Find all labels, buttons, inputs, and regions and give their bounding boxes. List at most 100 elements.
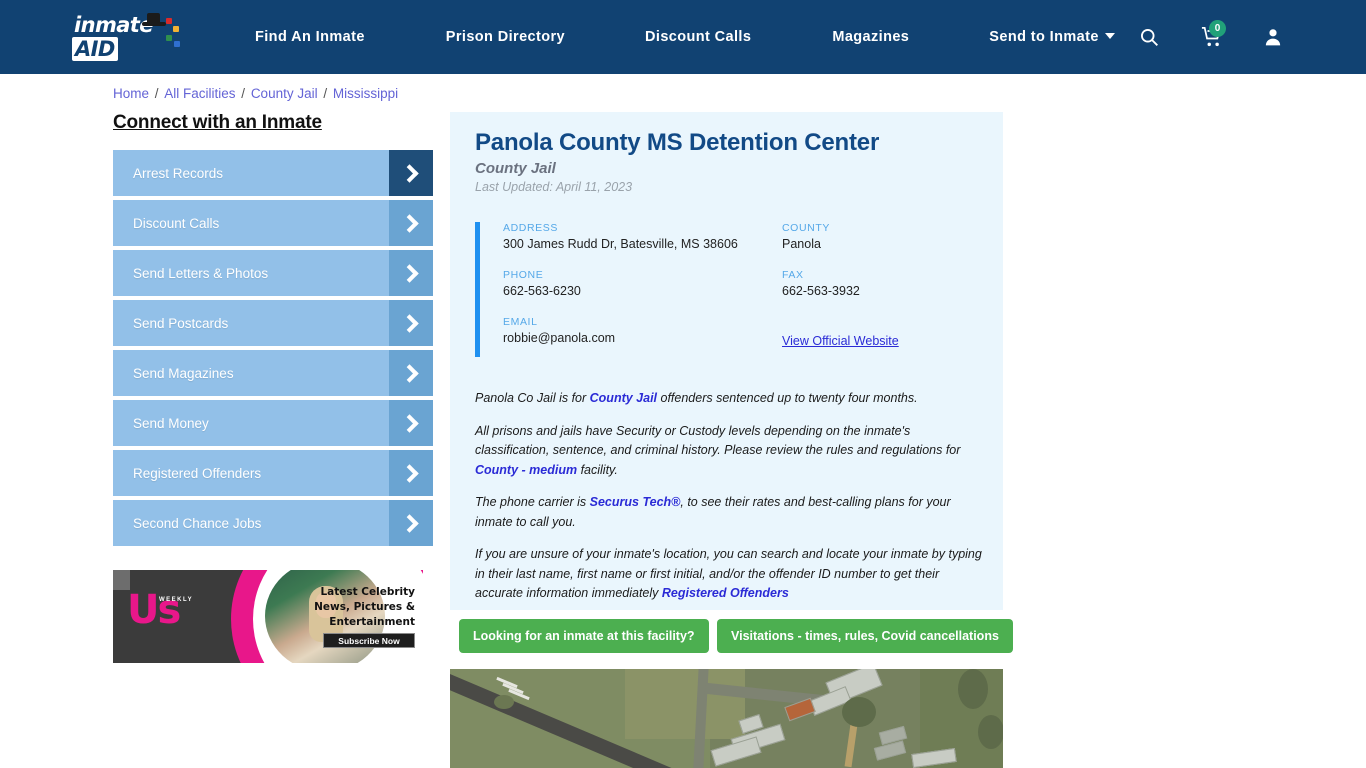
top-navigation-bar: inmateAID Find An Inmate Prison Director…	[0, 0, 1366, 74]
chevron-right-icon	[389, 150, 433, 196]
ad-logo-sublabel: WEEKLY	[159, 597, 194, 603]
last-updated-text: Last Updated: April 11, 2023	[475, 180, 633, 194]
inmate-search-button[interactable]: Looking for an inmate at this facility?	[459, 619, 709, 653]
address-label: ADDRESS	[503, 222, 558, 234]
breadcrumb-item-all-facilities[interactable]: All Facilities	[164, 86, 235, 101]
p3-text-a: The phone carrier is	[475, 495, 590, 509]
page-title: Panola County MS Detention Center	[475, 129, 880, 156]
sidebar-item-arrest-records[interactable]: Arrest Records	[113, 150, 433, 196]
sidebar: Connect with an Inmate Arrest Records Di…	[113, 112, 433, 550]
p2-link-county-medium[interactable]: County - medium	[475, 463, 577, 477]
sidebar-item-send-letters-photos[interactable]: Send Letters & Photos	[113, 250, 433, 296]
sidebar-item-label: Discount Calls	[133, 215, 220, 231]
aerial-tree-cluster	[958, 669, 988, 709]
p4-link-registered-offenders[interactable]: Registered Offenders	[662, 586, 789, 600]
sidebar-item-send-money[interactable]: Send Money	[113, 400, 433, 446]
county-value: Panola	[782, 237, 821, 251]
phone-label: PHONE	[503, 269, 544, 281]
breadcrumb-item-county-jail[interactable]: County Jail	[251, 86, 318, 101]
nav-send-to-inmate-label: Send to Inmate	[989, 29, 1099, 45]
email-value: robbie@panola.com	[503, 331, 616, 345]
sidebar-item-registered-offenders[interactable]: Registered Offenders	[113, 450, 433, 496]
site-logo[interactable]: inmateAID	[72, 13, 192, 61]
primary-nav-links: Find An Inmate Prison Directory Discount…	[255, 0, 1115, 74]
aerial-tree-cluster	[978, 715, 1003, 749]
sidebar-item-label: Send Money	[133, 415, 209, 431]
facility-description: Panola Co Jail is for County Jail offend…	[475, 389, 985, 617]
fax-value: 662-563-3932	[782, 284, 860, 298]
description-paragraph-4: If you are unsure of your inmate's locat…	[475, 545, 985, 604]
breadcrumb-separator: /	[151, 86, 163, 101]
breadcrumb-separator: /	[319, 86, 331, 101]
sidebar-item-send-postcards[interactable]: Send Postcards	[113, 300, 433, 346]
p2-text-b: facility.	[577, 462, 618, 477]
logo-pin-blue-icon	[174, 41, 180, 47]
user-icon[interactable]	[1263, 26, 1283, 48]
p2-text-a: All prisons and jails have Security or C…	[475, 423, 961, 458]
logo-wordmark: inmateAID	[72, 13, 153, 61]
sidebar-item-label: Second Chance Jobs	[133, 515, 262, 531]
chevron-right-icon	[389, 350, 433, 396]
sidebar-item-second-chance-jobs[interactable]: Second Chance Jobs	[113, 500, 433, 546]
sidebar-item-label: Registered Offenders	[133, 465, 262, 481]
aerial-tree-cluster	[842, 697, 876, 727]
aerial-building	[873, 740, 907, 761]
chevron-down-icon	[1104, 33, 1115, 39]
official-website-link[interactable]: View Official Website	[782, 334, 899, 348]
county-label: COUNTY	[782, 222, 830, 234]
description-paragraph-1: Panola Co Jail is for County Jail offend…	[475, 389, 985, 409]
sidebar-item-label: Send Letters & Photos	[133, 265, 269, 281]
p1-text-a: Panola Co Jail is for	[475, 391, 590, 405]
logo-pin-yellow-icon	[173, 26, 179, 32]
visitations-button[interactable]: Visitations - times, rules, Covid cancel…	[717, 619, 1013, 653]
nav-send-to-inmate[interactable]: Send to Inmate	[989, 29, 1115, 45]
nav-find-an-inmate[interactable]: Find An Inmate	[255, 29, 365, 45]
breadcrumb: Home / All Facilities / County Jail / Mi…	[113, 86, 398, 101]
chevron-right-icon	[389, 300, 433, 346]
facility-detail-card: Panola County MS Detention Center County…	[450, 112, 1003, 610]
nav-prison-directory[interactable]: Prison Directory	[446, 29, 565, 45]
sidebar-item-discount-calls[interactable]: Discount Calls	[113, 200, 433, 246]
facility-aerial-image[interactable]	[450, 669, 1003, 768]
sidebar-item-label: Send Magazines	[133, 365, 234, 381]
breadcrumb-item-mississippi[interactable]: Mississippi	[333, 86, 398, 101]
chevron-right-icon	[389, 250, 433, 296]
p3-link-securus-tech[interactable]: Securus Tech®	[590, 495, 681, 509]
contact-info-block: ADDRESS 300 James Rudd Dr, Batesville, M…	[475, 222, 979, 357]
chevron-right-icon	[389, 200, 433, 246]
contact-column-right: COUNTY Panola FAX 662-563-3932 View Offi…	[782, 222, 1042, 350]
chevron-right-icon	[389, 400, 433, 446]
logo-aid-badge: AID	[72, 37, 118, 61]
description-paragraph-2: All prisons and jails have Security or C…	[475, 422, 985, 481]
nav-magazines[interactable]: Magazines	[832, 29, 909, 45]
p1-link-county-jail[interactable]: County Jail	[590, 391, 657, 405]
sidebar-item-label: Arrest Records	[133, 165, 224, 181]
address-value: 300 James Rudd Dr, Batesville, MS 38606	[503, 237, 738, 251]
breadcrumb-separator: /	[237, 86, 249, 101]
chevron-right-icon	[389, 450, 433, 496]
contact-column-left: ADDRESS 300 James Rudd Dr, Batesville, M…	[503, 222, 763, 363]
search-icon[interactable]	[1139, 27, 1159, 47]
description-paragraph-3: The phone carrier is Securus Tech®, to s…	[475, 493, 985, 532]
aerial-grass-mid	[625, 669, 745, 739]
logo-pin-red-icon	[166, 18, 172, 24]
logo-hat-icon	[140, 13, 166, 29]
breadcrumb-item-home[interactable]: Home	[113, 86, 149, 101]
chevron-right-icon	[389, 500, 433, 546]
nav-discount-calls[interactable]: Discount Calls	[645, 29, 751, 45]
fax-label: FAX	[782, 269, 804, 281]
cart-count-badge: 0	[1209, 20, 1226, 37]
sidebar-item-label: Send Postcards	[133, 315, 229, 331]
aerial-tree-cluster	[494, 695, 514, 709]
facility-type: County Jail	[475, 160, 556, 177]
sidebar-title: Connect with an Inmate	[113, 112, 322, 133]
phone-value: 662-563-6230	[503, 284, 581, 298]
logo-pin-green-icon	[166, 35, 172, 41]
ad-subscribe-button[interactable]: Subscribe Now	[323, 633, 415, 648]
ad-headline: Latest Celebrity News, Pictures & Entert…	[314, 586, 415, 628]
advertisement-banner[interactable]: Us WEEKLY Latest Celebrity News, Picture…	[113, 570, 423, 663]
sidebar-item-send-magazines[interactable]: Send Magazines	[113, 350, 433, 396]
email-label: EMAIL	[503, 316, 538, 328]
p1-text-b: offenders sentenced up to twenty four mo…	[657, 391, 918, 405]
